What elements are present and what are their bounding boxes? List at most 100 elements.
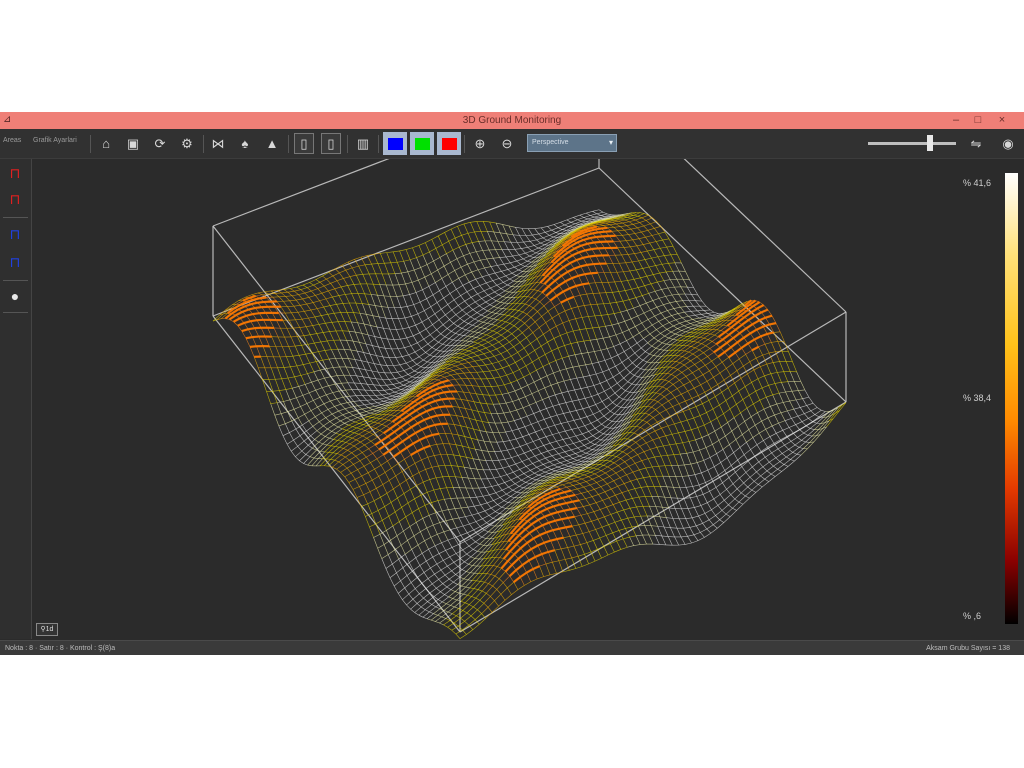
mesh-line	[527, 247, 533, 252]
mesh-line	[412, 360, 418, 365]
mesh-line	[427, 361, 432, 363]
maximize-button[interactable]: □	[968, 112, 988, 129]
mesh-line	[429, 349, 437, 356]
mesh-line	[628, 490, 633, 499]
mesh-line	[411, 279, 419, 283]
mesh-line	[620, 281, 626, 291]
zoom-slider-thumb[interactable]	[926, 135, 933, 151]
mesh-line	[329, 331, 334, 341]
wireframe-icon[interactable]: ⋈	[208, 133, 228, 154]
mesh-line	[556, 414, 562, 424]
grid-icon[interactable]: ▥	[353, 133, 373, 154]
globe-icon[interactable]: ◉	[998, 133, 1018, 154]
mesh-line	[479, 305, 484, 309]
graphic-settings-menu[interactable]: Grafik Ayarlari	[33, 137, 77, 144]
mesh-line	[306, 430, 311, 437]
page-icon[interactable]: ▯	[321, 133, 341, 154]
mesh-line	[771, 452, 776, 458]
mesh-line	[331, 431, 336, 434]
mesh-line	[621, 519, 626, 529]
mesh-line	[797, 415, 803, 422]
mesh-line	[516, 491, 522, 494]
mesh-line	[442, 240, 449, 246]
zoom-out-icon[interactable]: ⊖	[497, 133, 517, 154]
cube-rotate-icon[interactable]: ⟳	[150, 133, 170, 154]
mesh-line	[286, 328, 292, 338]
mesh-line	[632, 498, 637, 508]
mesh-line	[600, 486, 606, 493]
mesh-line	[536, 338, 542, 347]
mesh-line	[403, 370, 409, 375]
mesh-line	[513, 325, 519, 330]
close-button[interactable]: ×	[992, 112, 1012, 129]
red-color-button[interactable]	[437, 132, 461, 155]
home-icon[interactable]: ⌂	[96, 133, 116, 154]
mesh-line	[571, 429, 577, 437]
mesh-line	[362, 452, 367, 458]
mesh-line	[596, 225, 604, 227]
areas-menu[interactable]: Areas	[3, 137, 21, 144]
mesh-line	[299, 353, 306, 356]
mesh-line	[660, 246, 667, 249]
axis-red-icon[interactable]: ⊓	[5, 162, 25, 184]
mesh-line	[575, 453, 580, 457]
projection-select[interactable]: Perspective ▾	[527, 134, 617, 152]
mesh-line	[512, 316, 517, 319]
mesh-line	[647, 228, 655, 231]
axis-blue-icon[interactable]: ⊓	[5, 223, 25, 245]
mesh-line	[478, 316, 486, 322]
surface-plot[interactable]	[32, 159, 1024, 639]
mesh-line	[383, 390, 389, 395]
gear-icon[interactable]: ⚙	[177, 133, 197, 154]
mesh-line	[454, 508, 460, 519]
mesh-line	[341, 358, 347, 368]
mesh-line	[705, 305, 711, 311]
signal-icon[interactable]: ⇋	[966, 133, 986, 154]
mesh-line	[428, 426, 433, 436]
blue-color-button[interactable]	[383, 132, 407, 155]
mesh-line	[567, 299, 572, 309]
peak-icon[interactable]: ♠	[235, 133, 255, 154]
mesh-line	[452, 406, 457, 416]
mesh-line	[456, 497, 462, 509]
mesh-line	[489, 313, 496, 319]
mesh-line	[327, 406, 335, 410]
green-color-button[interactable]	[410, 132, 434, 155]
toolbar-separator	[464, 135, 465, 153]
mesh-line	[295, 344, 302, 347]
mesh-line	[498, 290, 506, 296]
mesh-line	[424, 277, 430, 287]
mesh-line	[412, 335, 418, 343]
mesh-line	[419, 328, 427, 334]
mesh-line	[490, 441, 495, 452]
minimize-button[interactable]: –	[946, 112, 966, 129]
mesh-line	[691, 429, 696, 440]
axis-red-icon[interactable]: ⊓	[5, 188, 25, 210]
mesh-line	[391, 318, 397, 330]
axis-blue-icon[interactable]: ⊓	[5, 251, 25, 273]
page-icon[interactable]: ▯	[294, 133, 314, 154]
mesh-line	[473, 285, 480, 289]
mesh-line	[505, 272, 513, 277]
mesh-line	[482, 394, 488, 404]
mountain-icon[interactable]: ▲	[262, 133, 282, 154]
3d-viewport[interactable]	[32, 159, 1024, 639]
sphere-icon[interactable]: ●	[5, 285, 25, 307]
mesh-line	[335, 268, 340, 274]
mesh-line	[709, 457, 715, 467]
mesh-line	[629, 219, 636, 223]
mesh-line	[406, 335, 414, 339]
mesh-line	[475, 393, 481, 404]
mesh-line	[640, 277, 645, 286]
mesh-line	[311, 288, 318, 292]
mesh-line	[483, 221, 490, 223]
zoom-slider[interactable]	[868, 142, 956, 145]
mesh-line	[420, 264, 428, 268]
cube-icon[interactable]: ▣	[123, 133, 143, 154]
mesh-line	[359, 486, 364, 495]
mesh-line	[370, 412, 375, 415]
mesh-line	[739, 447, 745, 455]
mesh-line	[477, 293, 482, 299]
zoom-in-icon[interactable]: ⊕	[470, 133, 490, 154]
mesh-line	[329, 358, 336, 360]
